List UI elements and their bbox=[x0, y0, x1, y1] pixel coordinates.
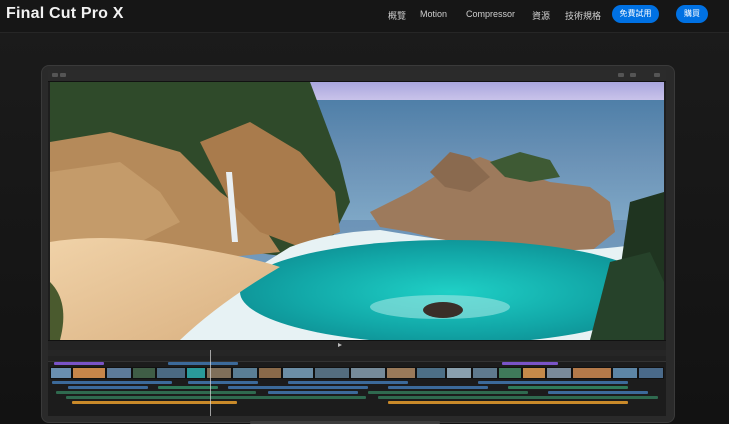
video-clip[interactable] bbox=[50, 367, 72, 379]
video-clip[interactable] bbox=[446, 367, 472, 379]
audio-clip[interactable] bbox=[228, 386, 368, 389]
audio-clip[interactable] bbox=[288, 381, 408, 384]
connected-clip[interactable] bbox=[502, 362, 558, 365]
video-viewer[interactable] bbox=[50, 82, 664, 340]
video-clip[interactable] bbox=[72, 367, 106, 379]
video-clip[interactable] bbox=[546, 367, 572, 379]
video-clip[interactable] bbox=[472, 367, 498, 379]
timeline[interactable] bbox=[48, 350, 666, 416]
buy-button[interactable]: 購買 bbox=[676, 5, 708, 23]
toolbar-icon[interactable] bbox=[618, 73, 624, 77]
viewer-image bbox=[50, 82, 664, 340]
toolbar-icon[interactable] bbox=[52, 73, 58, 77]
nav-link-motion[interactable]: Motion bbox=[420, 9, 447, 19]
audio-clip[interactable] bbox=[368, 391, 528, 394]
toolbar-icon[interactable] bbox=[654, 73, 660, 77]
video-clip[interactable] bbox=[572, 367, 612, 379]
nav-link-tech-specs[interactable]: 技術規格 bbox=[565, 9, 601, 22]
video-clip[interactable] bbox=[638, 367, 664, 379]
video-clip[interactable] bbox=[416, 367, 446, 379]
app-screen bbox=[48, 70, 666, 416]
video-clip[interactable] bbox=[612, 367, 638, 379]
video-clip[interactable] bbox=[132, 367, 156, 379]
audio-clip[interactable] bbox=[548, 391, 648, 394]
video-clip[interactable] bbox=[350, 367, 386, 379]
video-clip[interactable] bbox=[156, 367, 186, 379]
audio-clip[interactable] bbox=[388, 386, 488, 389]
audio-clip[interactable] bbox=[508, 386, 628, 389]
audio-clip[interactable] bbox=[52, 381, 172, 384]
video-clip[interactable] bbox=[106, 367, 132, 379]
audio-clip[interactable] bbox=[66, 396, 366, 399]
timeline-ruler[interactable] bbox=[48, 356, 666, 362]
video-clip[interactable] bbox=[314, 367, 350, 379]
audio-clip[interactable] bbox=[268, 391, 358, 394]
nav-link-resources[interactable]: 資源 bbox=[532, 9, 550, 22]
audio-clip[interactable] bbox=[158, 386, 218, 389]
nav-link-compressor[interactable]: Compressor bbox=[466, 9, 515, 19]
video-clip[interactable] bbox=[498, 367, 522, 379]
connected-clip[interactable] bbox=[54, 362, 104, 365]
toolbar-icon[interactable] bbox=[60, 73, 66, 77]
toolbar-icon[interactable] bbox=[630, 73, 636, 77]
nav-link-overview[interactable]: 概覽 bbox=[388, 9, 406, 22]
video-clip[interactable] bbox=[386, 367, 416, 379]
top-nav: Final Cut Pro X 概覽 Motion Compressor 資源 … bbox=[0, 0, 729, 33]
audio-clip[interactable] bbox=[68, 386, 148, 389]
playback-controls bbox=[48, 340, 666, 350]
video-clip[interactable] bbox=[186, 367, 206, 379]
free-trial-button[interactable]: 免費試用 bbox=[612, 5, 659, 23]
video-clip[interactable] bbox=[522, 367, 546, 379]
music-clip[interactable] bbox=[72, 401, 237, 404]
audio-clip[interactable] bbox=[56, 391, 256, 394]
connected-clip[interactable] bbox=[168, 362, 238, 365]
app-titlebar bbox=[48, 70, 666, 82]
playhead[interactable] bbox=[210, 350, 211, 416]
music-clip[interactable] bbox=[388, 401, 628, 404]
audio-clip[interactable] bbox=[478, 381, 628, 384]
video-clip[interactable] bbox=[282, 367, 314, 379]
video-clip[interactable] bbox=[232, 367, 258, 379]
audio-clip[interactable] bbox=[188, 381, 258, 384]
audio-clip[interactable] bbox=[378, 396, 658, 399]
video-clip[interactable] bbox=[258, 367, 282, 379]
brand-title[interactable]: Final Cut Pro X bbox=[6, 5, 124, 23]
play-icon[interactable] bbox=[338, 343, 342, 347]
